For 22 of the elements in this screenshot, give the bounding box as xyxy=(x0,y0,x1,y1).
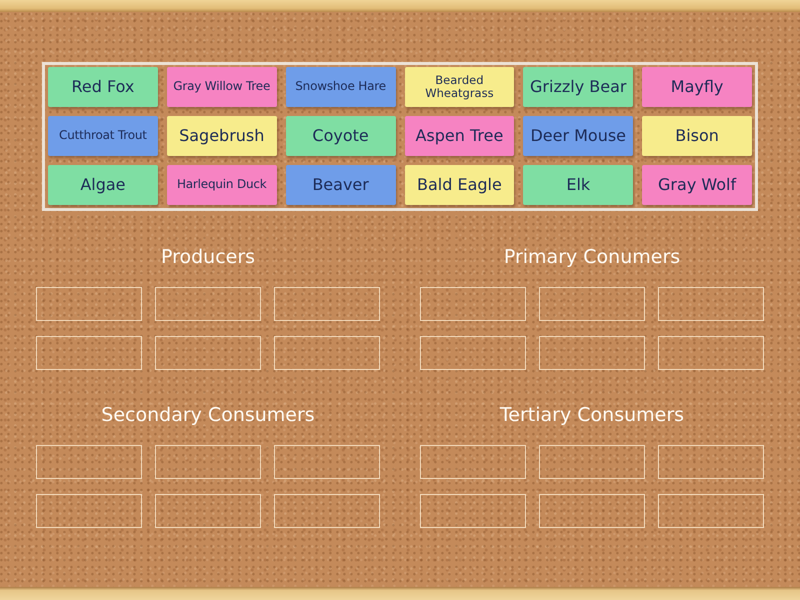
animal-card[interactable]: Aspen Tree xyxy=(404,116,514,156)
animal-card[interactable]: Elk xyxy=(523,165,634,205)
animal-card[interactable]: Cutthroat Trout xyxy=(48,116,158,156)
animal-card[interactable]: Mayfly xyxy=(642,67,752,107)
animal-card[interactable]: Bald Eagle xyxy=(404,165,514,205)
animal-card[interactable]: Gray Willow Tree xyxy=(166,67,277,107)
animal-card[interactable]: Gray Wolf xyxy=(642,165,752,205)
animal-card[interactable]: Bearded Wheatgrass xyxy=(404,67,514,107)
animal-card[interactable]: Grizzly Bear xyxy=(523,67,634,107)
animal-card[interactable]: Bison xyxy=(642,116,752,156)
category-title: Producers xyxy=(160,245,256,269)
category-title: Secondary Consumers xyxy=(101,403,315,427)
animal-card[interactable]: Algae xyxy=(48,165,158,205)
animal-card[interactable]: Sagebrush xyxy=(166,116,277,156)
category-title: Tertiary Consumers xyxy=(500,403,684,427)
animal-card[interactable]: Beaver xyxy=(286,165,396,205)
animal-card[interactable]: Deer Mouse xyxy=(523,116,634,156)
animal-card[interactable]: Coyote xyxy=(286,116,396,156)
category-title: Primary Conumers xyxy=(504,245,680,269)
animal-card[interactable]: Snowshoe Hare xyxy=(286,67,396,107)
animal-card[interactable]: Harlequin Duck xyxy=(166,165,277,205)
animal-card[interactable]: Red Fox xyxy=(48,67,158,107)
